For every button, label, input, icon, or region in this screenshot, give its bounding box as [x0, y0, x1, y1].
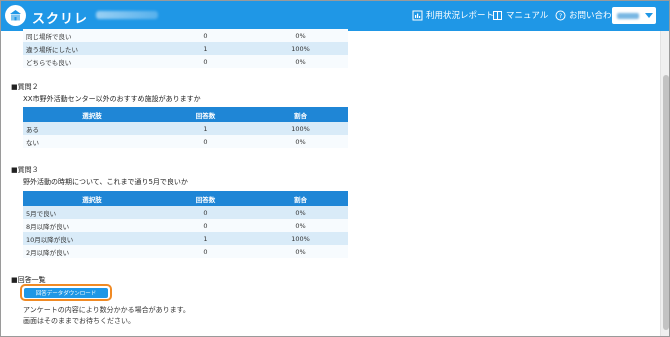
count-cell: 0: [158, 245, 253, 258]
scrollbar-thumb[interactable]: [663, 75, 669, 330]
table-row: 同じ場所で良い 0 0%: [23, 29, 348, 42]
count-cell: 1: [158, 232, 253, 245]
count-cell: 0: [158, 206, 253, 219]
user-name-redacted: [617, 12, 639, 19]
rate-cell: 0%: [253, 55, 348, 68]
count-cell: 1: [158, 122, 253, 135]
table-row: どちらでも良い 0 0%: [23, 55, 348, 68]
q3-text: 野外活動の時期について、これまで通り5月で良いか: [23, 178, 188, 186]
report-icon: [412, 10, 423, 20]
header-choice: 選択肢: [23, 107, 158, 122]
nav-contact[interactable]: ? お問い合わせ: [555, 9, 620, 21]
count-cell: 0: [158, 55, 253, 68]
table-row: 8月以降が良い 0 0%: [23, 219, 348, 232]
rate-cell: 100%: [253, 42, 348, 55]
download-note-line2: 画面はそのままでお待ちください。: [23, 317, 135, 325]
table-header-row: 選択肢 回答数 割合: [23, 191, 348, 206]
table-header-row: 選択肢 回答数 割合: [23, 107, 348, 122]
header-count: 回答数: [158, 191, 253, 206]
nav-manual-label: マニュアル: [506, 11, 549, 21]
choice-cell: 10月以降が良い: [23, 232, 158, 245]
user-menu-dropdown[interactable]: [612, 7, 656, 24]
choice-cell: 同じ場所で良い: [23, 29, 158, 42]
school-name-redacted: [96, 11, 158, 19]
choice-cell: 2月以降が良い: [23, 245, 158, 258]
choice-cell: ある: [23, 122, 158, 135]
count-cell: 1: [158, 42, 253, 55]
choice-cell: 5月で良い: [23, 206, 158, 219]
count-cell: 0: [158, 219, 253, 232]
brand-name[interactable]: スクリレ: [32, 8, 88, 27]
svg-text:?: ?: [559, 12, 562, 20]
rate-cell: 100%: [253, 122, 348, 135]
q3-results-table: 選択肢 回答数 割合 5月で良い 0 0% 8月以降が良い 0 0% 10月以降…: [23, 191, 348, 258]
app-window: スクリレ 利用状況レポート マニュアル ? お問い合わせ 同じ場所で良い 0 0…: [0, 0, 670, 337]
rate-cell: 0%: [253, 245, 348, 258]
table-row: 10月以降が良い 1 100%: [23, 232, 348, 245]
download-note-line1: アンケートの内容により数分かかる場合があります。: [23, 306, 190, 314]
header-rate: 割合: [253, 107, 348, 122]
rate-cell: 0%: [253, 219, 348, 232]
top-header: スクリレ 利用状況レポート マニュアル ? お問い合わせ: [1, 1, 669, 31]
chevron-down-icon: [645, 13, 653, 18]
header-choice: 選択肢: [23, 191, 158, 206]
school-icon: [10, 10, 21, 21]
nav-usage-report-label: 利用状況レポート: [426, 11, 495, 21]
rate-cell: 0%: [253, 29, 348, 42]
book-icon: [493, 10, 502, 20]
download-highlight: 回答データダウンロード: [20, 284, 112, 301]
download-answers-button[interactable]: 回答データダウンロード: [24, 287, 108, 298]
q1-results-table: 同じ場所で良い 0 0% 違う場所にしたい 1 100% どちらでも良い 0 0…: [23, 29, 348, 68]
rate-cell: 100%: [253, 232, 348, 245]
table-row: 違う場所にしたい 1 100%: [23, 42, 348, 55]
header-rate: 割合: [253, 191, 348, 206]
nav-usage-report[interactable]: 利用状況レポート: [412, 9, 494, 21]
vertical-scrollbar[interactable]: [660, 31, 669, 336]
table-row: 2月以降が良い 0 0%: [23, 245, 348, 258]
choice-cell: 違う場所にしたい: [23, 42, 158, 55]
q3-title: ■質問３: [11, 166, 39, 174]
nav-manual[interactable]: マニュアル: [492, 9, 548, 21]
table-row: 5月で良い 0 0%: [23, 206, 348, 219]
rate-cell: 0%: [253, 135, 348, 148]
q2-text: XX市野外活動センター以外のおすすめ施設がありますか: [23, 95, 201, 103]
count-cell: 0: [158, 29, 253, 42]
main-content: 同じ場所で良い 0 0% 違う場所にしたい 1 100% どちらでも良い 0 0…: [1, 29, 660, 336]
question-circle-icon: ?: [555, 10, 566, 20]
header-count: 回答数: [158, 107, 253, 122]
choice-cell: どちらでも良い: [23, 55, 158, 68]
logo-icon[interactable]: [5, 5, 26, 26]
rate-cell: 0%: [253, 206, 348, 219]
choice-cell: 8月以降が良い: [23, 219, 158, 232]
table-row: ある 1 100%: [23, 122, 348, 135]
table-row: ない 0 0%: [23, 135, 348, 148]
q2-title: ■質問２: [11, 83, 39, 91]
q2-results-table: 選択肢 回答数 割合 ある 1 100% ない 0 0%: [23, 107, 348, 148]
count-cell: 0: [158, 135, 253, 148]
choice-cell: ない: [23, 135, 158, 148]
